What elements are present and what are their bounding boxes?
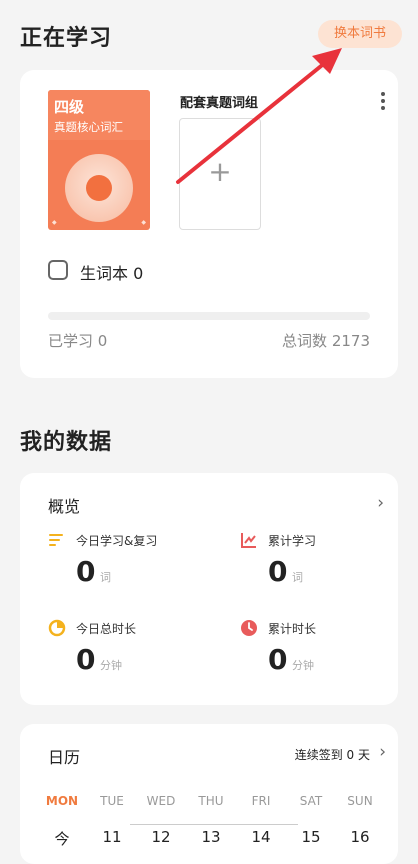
calendar-title: 日历 [48, 748, 81, 767]
stat-label: 累计学习 [268, 534, 317, 548]
calendar-date[interactable]: 12 [139, 828, 183, 846]
calendar-date[interactable]: 11 [90, 828, 134, 846]
section-title-learning: 正在学习 [20, 26, 113, 51]
weekday-label: TUE [100, 794, 124, 808]
stat-value: 0 [76, 643, 96, 676]
current-book-card: 四级 真题核心词汇 ◆ ◆ 配套真题词组 + 生词本 0 已学习 0 总词数 2… [20, 70, 398, 378]
overview-title: 概览 [48, 497, 81, 516]
weekday-label: MON [45, 794, 79, 808]
weekday-label: FRI [251, 794, 271, 808]
weekday-label: SUN [347, 794, 373, 808]
cover-mark-right: ◆ [141, 219, 146, 226]
stat-label: 今日总时长 [76, 622, 137, 636]
book-cover[interactable]: 四级 真题核心词汇 ◆ ◆ [48, 90, 150, 230]
switch-book-button[interactable]: 换本词书 [318, 20, 402, 48]
cover-mark-left: ◆ [52, 219, 57, 226]
chevron-right-icon[interactable]: › [377, 493, 384, 513]
calendar-date[interactable]: 13 [189, 828, 233, 846]
chevron-right-icon[interactable]: › [379, 742, 386, 762]
learned-count: 已学习 0 [48, 332, 108, 350]
clock-icon [241, 620, 257, 636]
matching-phrases-title: 配套真题词组 [180, 96, 259, 111]
add-phrase-book-button[interactable]: + [179, 118, 261, 230]
learning-progress-bar [48, 312, 370, 320]
vocab-book-checkbox[interactable] [48, 260, 68, 280]
stat-unit: 词 [100, 571, 111, 584]
calendar-date[interactable]: 15 [289, 828, 333, 846]
cover-level: 四级 [54, 98, 85, 116]
stat-value: 0 [76, 555, 96, 588]
weekday-label: SAT [299, 794, 323, 808]
timer-icon [48, 619, 66, 637]
disc-hole [86, 175, 112, 201]
weekday-label: WED [146, 794, 176, 808]
calendar-card: 日历 连续签到 0 天 › MON TUE WED THU FRI SAT SU… [20, 724, 398, 864]
stat-value: 0 [268, 555, 288, 588]
calendar-date[interactable]: 14 [239, 828, 283, 846]
list-icon [49, 534, 63, 546]
stat-unit: 分钟 [100, 659, 122, 672]
checkin-streak[interactable]: 连续签到 0 天 [295, 746, 370, 763]
plus-icon: + [208, 155, 232, 188]
stat-label: 累计时长 [268, 622, 317, 636]
calendar-date[interactable]: 16 [338, 828, 382, 846]
cover-subtitle: 真题核心词汇 [54, 120, 123, 134]
date-underline [130, 824, 298, 825]
vocab-book-label: 生词本 0 [80, 264, 144, 283]
total-word-count: 总词数 2173 [282, 332, 370, 350]
disc-graphic [65, 154, 133, 222]
stat-unit: 词 [292, 571, 303, 584]
stat-label: 今日学习&复习 [76, 534, 158, 548]
stat-value: 0 [268, 643, 288, 676]
trend-chart-icon [241, 533, 256, 548]
weekday-label: THU [198, 794, 224, 808]
more-options-icon[interactable] [376, 92, 390, 114]
calendar-date[interactable]: 今 [40, 828, 84, 849]
stat-unit: 分钟 [292, 659, 314, 672]
overview-card[interactable]: 概览 › 今日学习&复习 0 词 累计学习 0 词 今日总时长 0 分钟 累计时… [20, 473, 398, 705]
section-title-my-data: 我的数据 [20, 430, 113, 455]
